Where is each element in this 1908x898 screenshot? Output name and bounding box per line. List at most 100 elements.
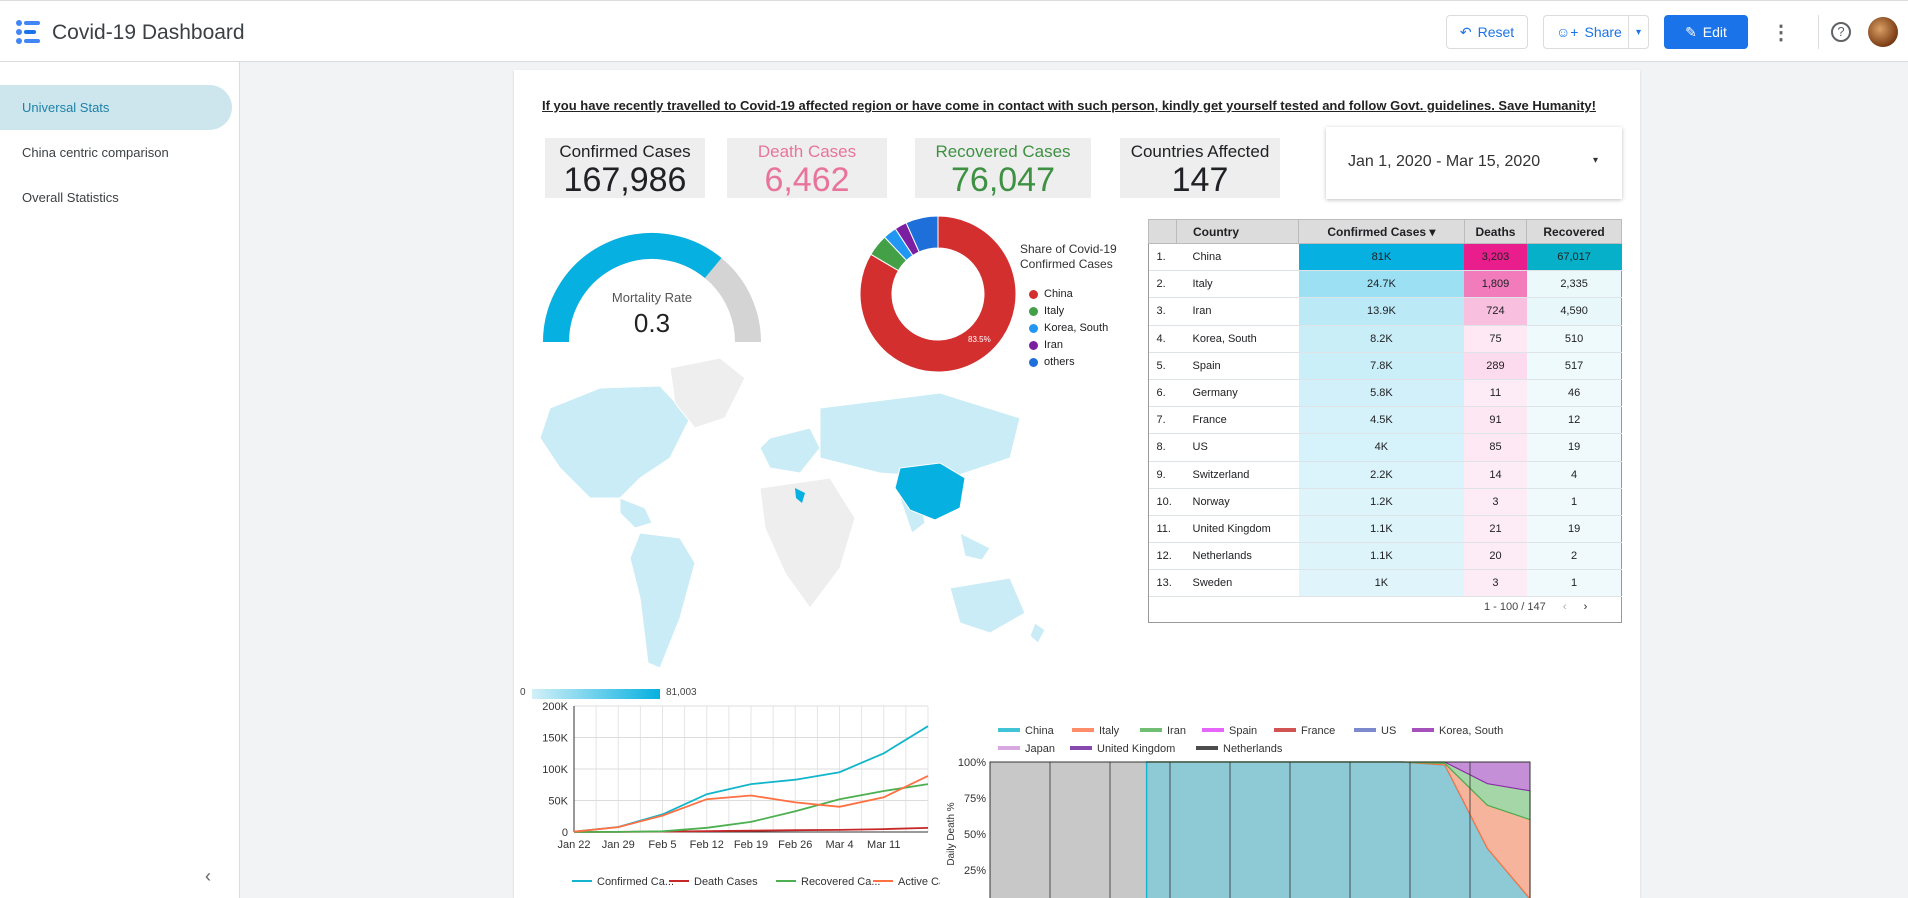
central-america-shape[interactable]	[619, 497, 653, 529]
table-row[interactable]: 3. Iran 13.9K 724 4,590	[1148, 297, 1622, 326]
page-navigation: Universal Stats China centric comparison…	[0, 62, 240, 898]
table-row[interactable]: 7. France 4.5K 91 12	[1148, 406, 1622, 435]
area-legend-item[interactable]: Iran	[1140, 725, 1186, 737]
donut-legend-item[interactable]: China	[1029, 288, 1108, 300]
table-row[interactable]: 9. Switzerland 2.2K 14 4	[1148, 461, 1622, 489]
area-legend-item[interactable]: Korea, South	[1412, 725, 1503, 737]
line-legend-item[interactable]: Recovered Ca...	[776, 876, 880, 888]
line-legend-item[interactable]: Active Cases	[873, 876, 940, 888]
table-row[interactable]: 1. China 81K 3,203 67,017	[1148, 243, 1622, 272]
legend-swatch	[1029, 323, 1038, 333]
table-row[interactable]: 5. Spain 7.8K 289 517	[1148, 352, 1622, 380]
share-button[interactable]: ☺+ Share ▾	[1543, 15, 1649, 49]
row-confirmed: 5.8K	[1298, 379, 1465, 408]
avatar[interactable]	[1868, 17, 1898, 47]
legend-label: US	[1381, 725, 1396, 737]
y-tick-label: 100%	[958, 757, 986, 769]
area-legend-item[interactable]: United Kingdom	[1070, 743, 1175, 755]
table-row[interactable]: 4. Korea, South 8.2K 75 510	[1148, 325, 1622, 353]
area-legend-item[interactable]: Spain	[1202, 725, 1257, 737]
data-studio-logo-icon[interactable]	[14, 19, 42, 45]
y-tick-label: 150K	[542, 733, 568, 745]
date-range-picker[interactable]: Jan 1, 2020 - Mar 15, 2020 ▾	[1326, 127, 1622, 199]
kpi-countries-affected: Countries Affected 147	[1120, 138, 1280, 198]
reset-button[interactable]: ↶ Reset	[1446, 15, 1528, 49]
x-tick-label: Feb 26	[778, 839, 812, 851]
map-scale-min: 0	[520, 687, 526, 698]
legend-label: Spain	[1229, 725, 1257, 737]
area-legend-item[interactable]: Japan	[998, 743, 1055, 755]
row-country: Italy	[1176, 270, 1299, 299]
collapse-sidebar-icon[interactable]: ‹	[205, 866, 211, 887]
table-row[interactable]: 2. Italy 24.7K 1,809 2,335	[1148, 270, 1622, 299]
legend-label: China	[1025, 725, 1055, 737]
south-america-shape[interactable]	[629, 532, 696, 669]
pagination-range: 1 - 100 / 147	[1484, 601, 1546, 613]
row-recovered: 4,590	[1526, 297, 1622, 326]
area-legend-item[interactable]: Netherlands	[1196, 743, 1283, 755]
table-row[interactable]: 12. Netherlands 1.1K 20 2	[1148, 542, 1622, 571]
legend-swatch	[1274, 728, 1296, 732]
sidebar-item-china-centric-comparison[interactable]: China centric comparison	[0, 130, 232, 175]
table-pagination: 1 - 100 / 147 ‹ ›	[1484, 601, 1587, 613]
toolbar-divider	[1818, 15, 1819, 49]
edit-button[interactable]: ✎ Edit	[1664, 15, 1748, 49]
africa-shape[interactable]	[759, 477, 856, 609]
area-legend-item[interactable]: US	[1354, 725, 1396, 737]
table-row[interactable]: 11. United Kingdom 1.1K 21 19	[1148, 515, 1622, 544]
x-tick-label: Mar 11	[867, 839, 900, 851]
europe-shape[interactable]	[759, 427, 821, 474]
country-stats-table[interactable]: Country Confirmed Cases ▾ Deaths Recover…	[1148, 219, 1622, 598]
x-tick-label: Feb 5	[648, 839, 676, 851]
line-legend-item[interactable]: Death Cases	[669, 876, 758, 888]
row-index: 6.	[1148, 379, 1177, 408]
report-title: Covid-19 Dashboard	[52, 21, 245, 44]
sidebar-item-overall-statistics[interactable]: Overall Statistics	[0, 175, 232, 220]
table-header-recovered[interactable]: Recovered	[1526, 219, 1622, 244]
legend-label: Korea, South	[1044, 322, 1109, 334]
table-header-deaths[interactable]: Deaths	[1463, 219, 1528, 244]
row-country: Netherlands	[1176, 542, 1299, 571]
area-legend-item[interactable]: France	[1274, 725, 1335, 737]
legend-label: Italy	[1099, 725, 1120, 737]
donut-legend-item[interactable]: Italy	[1029, 305, 1108, 317]
table-row[interactable]: 6. Germany 5.8K 11 46	[1148, 379, 1622, 408]
area-legend-item[interactable]: China	[998, 725, 1055, 737]
line-legend-item[interactable]: Confirmed Ca...	[572, 876, 674, 888]
kpi-value: 76,047	[951, 161, 1055, 199]
legend-label: United Kingdom	[1097, 743, 1175, 755]
donut-title-line: Confirmed Cases	[1020, 257, 1113, 271]
row-recovered: 19	[1526, 433, 1622, 462]
kpi-recovered-cases: Recovered Cases 76,047	[915, 138, 1091, 198]
sidebar-item-universal-stats[interactable]: Universal Stats	[0, 85, 232, 130]
kpi-confirmed-cases: Confirmed Cases 167,986	[545, 138, 705, 198]
southeast-asia-shape[interactable]	[959, 532, 991, 561]
next-page-icon[interactable]: ›	[1584, 601, 1588, 613]
x-tick-label: Jan 22	[557, 839, 590, 851]
donut-legend-item[interactable]: Korea, South	[1029, 322, 1108, 334]
table-row[interactable]: 13. Sweden 1K 3 1	[1148, 569, 1622, 598]
x-tick-label: Jan 29	[602, 839, 635, 851]
prev-page-icon[interactable]: ‹	[1563, 601, 1567, 613]
row-deaths: 14	[1464, 461, 1527, 489]
table-row[interactable]: 10. Norway 1.2K 3 1	[1148, 488, 1622, 516]
share-dropdown-icon[interactable]: ▾	[1628, 15, 1648, 49]
dropdown-arrow-icon: ▾	[1592, 155, 1598, 166]
more-options-icon[interactable]: ⋮	[1764, 15, 1798, 49]
gauge-value: 0.3	[634, 308, 670, 338]
row-deaths: 21	[1464, 515, 1527, 544]
table-header-confirmed[interactable]: Confirmed Cases ▾	[1298, 219, 1465, 244]
row-index: 5.	[1148, 352, 1177, 380]
row-deaths: 3	[1464, 569, 1527, 598]
help-icon[interactable]: ?	[1824, 15, 1858, 49]
australia-shape[interactable]	[949, 577, 1026, 634]
legend-label: France	[1301, 725, 1335, 737]
row-recovered: 1	[1526, 569, 1622, 598]
north-america-shape[interactable]	[539, 385, 691, 499]
table-row[interactable]: 8. US 4K 85 19	[1148, 433, 1622, 462]
table-header-country[interactable]: Country	[1176, 219, 1299, 244]
y-tick-label: 0	[562, 827, 568, 839]
area-legend-item[interactable]: Italy	[1072, 725, 1120, 737]
y-tick-label: 100K	[542, 764, 568, 776]
row-deaths: 1,809	[1464, 270, 1527, 299]
